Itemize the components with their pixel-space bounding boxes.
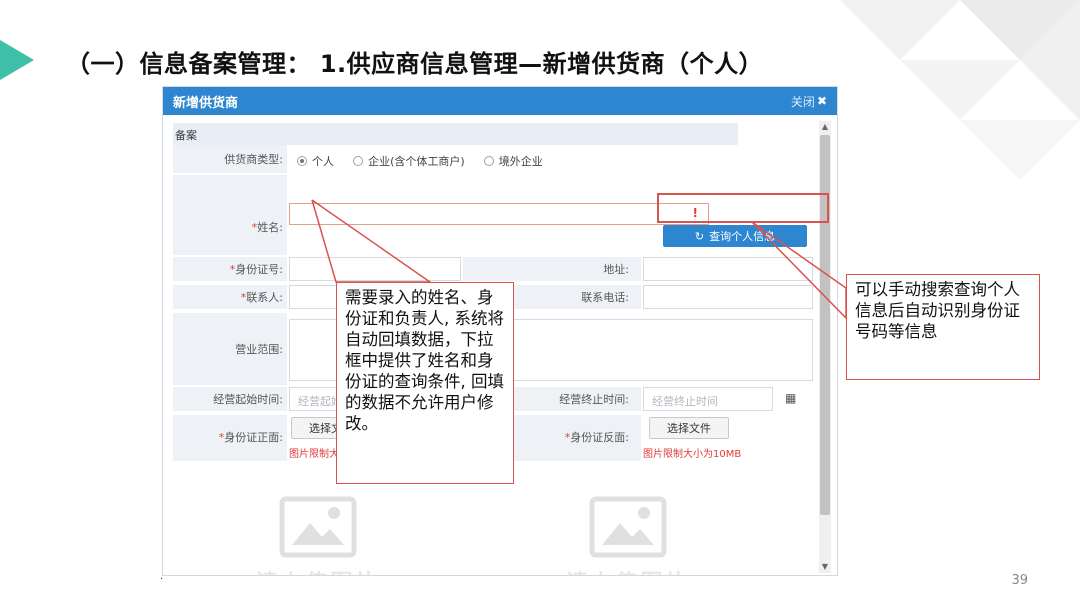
id-front-label: *身份证正面: [218,431,283,444]
section-label: 备案 [175,129,197,142]
id-number-label: *身份证号: [229,263,283,276]
radio-selected-icon [297,156,307,166]
image-icon [279,496,357,558]
scroll-down-icon[interactable]: ▼ [819,561,831,573]
scrollbar-thumb[interactable] [820,135,830,515]
radio-enterprise[interactable]: 企业(含个体工商户) [353,153,465,169]
contact-label: *联系人: [240,291,283,304]
upload-hint-text: 请上传图片 [565,565,690,575]
id-back-image-placeholder[interactable]: 请上传图片 [493,495,763,575]
name-input[interactable]: ! [289,203,709,225]
dialog-header: 新增供货商 关闭 ✖ [163,87,837,115]
close-button[interactable]: 关闭 ✖ [791,93,827,110]
name-label: *姓名: [251,221,283,234]
radio-icon [483,156,494,166]
radio-individual[interactable]: 个人 [297,153,334,169]
slide: （一）信息备案管理： 1.供应商信息管理—新增供货商（个人） 新增供货商 关闭 … [0,0,1080,608]
supplier-type-label: 供货商类型: [224,153,283,166]
id-back-choose-file-button[interactable]: 选择文件 [649,417,729,439]
close-icon: ✖ [816,94,827,108]
calendar-icon[interactable]: ▦ [785,391,796,405]
supplier-type-radio-group: 个人 企业(含个体工商户) 境外企业 [297,151,557,170]
business-scope-label: 营业范围: [235,343,283,356]
id-back-size-limit: 图片限制大小为10MB [643,449,742,460]
slide-title: （一）信息备案管理： 1.供应商信息管理—新增供货商（个人） [66,50,764,78]
page-number: 39 [1011,573,1028,588]
radio-icon [353,156,364,166]
upload-hint-text: 请上传图片 [255,565,380,575]
close-label: 关闭 [790,94,815,109]
end-time-input[interactable]: 经营终止时间 [643,387,773,411]
title-bullet-triangle [0,40,34,80]
dialog-title: 新增供货商 [173,95,239,111]
query-button-highlight [657,193,829,223]
address-label: 地址: [603,263,629,276]
dialog-scrollbar[interactable]: ▲ ▼ [819,121,831,573]
left-annotation-callout: 需要录入的姓名、身份证和负责人, 系统将自动回填数据，下拉框中提供了姓名和身份证… [336,282,514,484]
scroll-up-icon[interactable]: ▲ [819,121,831,133]
decorative-triangles [840,0,1080,180]
label-cell [173,175,287,255]
id-front-image-placeholder[interactable]: 请上传图片 [183,495,453,575]
contact-phone-input[interactable] [643,285,813,309]
right-annotation-callout: 可以手动搜索查询个人信息后自动识别身份证号码等信息 [846,274,1040,380]
query-personal-info-button[interactable]: ↻ 查询个人信息 [663,225,807,247]
image-icon [589,496,667,558]
slide-dot: · [160,574,164,585]
id-number-input[interactable] [289,257,461,281]
address-input[interactable] [643,257,813,281]
radio-overseas[interactable]: 境外企业 [483,153,543,169]
start-time-label: 经营起始时间: [213,393,283,406]
refresh-icon: ↻ [694,229,705,243]
section-tab: 备案 [173,123,738,145]
